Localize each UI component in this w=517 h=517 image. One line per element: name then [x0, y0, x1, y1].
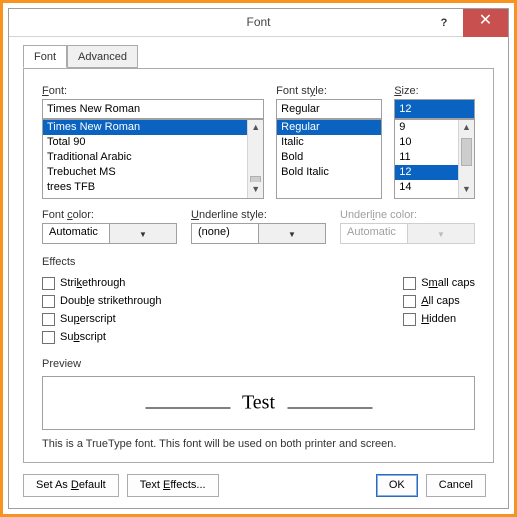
checkbox-icon	[42, 331, 55, 344]
size-label: Size:	[394, 85, 475, 97]
underline-color-value: Automatic	[341, 224, 407, 243]
style-list[interactable]: RegularItalicBoldBold Italic	[276, 119, 382, 199]
font-color-label: Font color:	[42, 209, 177, 221]
text-effects-button[interactable]: Text Effects...	[127, 474, 219, 497]
tab-panel-font: Font: Times New RomanTotal 90Traditional…	[23, 68, 494, 463]
preview-rule	[145, 408, 230, 409]
font-name-input[interactable]	[42, 99, 264, 119]
font-label: Font:	[42, 85, 264, 97]
scroll-up-icon[interactable]: ▲	[248, 120, 263, 136]
checkbox-icon	[403, 277, 416, 290]
font-size-input[interactable]	[394, 99, 475, 119]
preview-rule	[287, 408, 372, 409]
scroll-down-icon[interactable]: ▼	[248, 182, 263, 198]
list-item[interactable]: Traditional Arabic	[43, 150, 263, 165]
font-list[interactable]: Times New RomanTotal 90Traditional Arabi…	[42, 119, 264, 199]
tab-font[interactable]: Font	[23, 45, 67, 68]
underline-style-label: Underline style:	[191, 209, 326, 221]
style-label: Font style:	[276, 85, 382, 97]
dialog-footer: Set As Default Text Effects... OK Cancel	[9, 462, 508, 508]
list-item[interactable]: Trebuchet MS	[43, 165, 263, 180]
font-scrollbar[interactable]: ▲ ▼	[247, 120, 263, 198]
font-info-text: This is a TrueType font. This font will …	[42, 438, 475, 450]
close-button[interactable]: ✕	[463, 9, 508, 37]
checkbox-all-caps[interactable]: All caps	[403, 292, 475, 310]
checkbox-icon	[42, 277, 55, 290]
checkbox-icon	[42, 295, 55, 308]
font-dialog: Font ? ✕ FontAdvanced Font: Times New Ro…	[8, 8, 509, 509]
help-button[interactable]: ?	[425, 9, 463, 37]
tab-strip: FontAdvanced	[23, 45, 494, 69]
list-item[interactable]: Regular	[277, 120, 381, 135]
checkbox-superscript[interactable]: Superscript	[42, 310, 162, 328]
scroll-up-icon[interactable]: ▲	[459, 120, 474, 136]
checkbox-double-strikethrough[interactable]: Double strikethrough	[42, 292, 162, 310]
checkbox-icon	[403, 313, 416, 326]
underline-color-combo: Automatic ▼	[340, 223, 475, 244]
underline-style-combo[interactable]: (none) ▼	[191, 223, 326, 244]
preview-text: Test	[242, 392, 275, 415]
underline-color-label: Underline color:	[340, 209, 475, 221]
checkbox-strikethrough[interactable]: Strikethrough	[42, 274, 162, 292]
font-color-combo[interactable]: Automatic ▼	[42, 223, 177, 244]
preview-label: Preview	[42, 358, 475, 370]
list-item[interactable]: trees TFB	[43, 180, 263, 195]
size-list[interactable]: 910111214 ▲ ▼	[394, 119, 475, 199]
chevron-down-icon[interactable]: ▼	[258, 224, 325, 243]
dialog-title: Font	[246, 15, 270, 29]
list-item[interactable]: Total 90	[43, 135, 263, 150]
cancel-button[interactable]: Cancel	[426, 474, 486, 497]
tab-advanced[interactable]: Advanced	[67, 45, 138, 68]
checkbox-small-caps[interactable]: Small caps	[403, 274, 475, 292]
scroll-thumb[interactable]	[461, 138, 472, 166]
preview-box: Test	[42, 376, 475, 430]
font-style-input[interactable]	[276, 99, 382, 119]
titlebar: Font ? ✕	[9, 9, 508, 37]
list-item[interactable]: Times New Roman	[43, 120, 263, 135]
scroll-down-icon[interactable]: ▼	[459, 182, 474, 198]
font-color-value: Automatic	[43, 224, 109, 243]
underline-style-value: (none)	[192, 224, 258, 243]
checkbox-hidden[interactable]: Hidden	[403, 310, 475, 328]
chevron-down-icon[interactable]: ▼	[109, 224, 176, 243]
effects-group-label: Effects	[42, 256, 475, 268]
list-item[interactable]: Bold Italic	[277, 165, 381, 180]
chevron-down-icon: ▼	[407, 224, 474, 243]
list-item[interactable]: Bold	[277, 150, 381, 165]
checkbox-icon	[403, 295, 416, 308]
checkbox-icon	[42, 313, 55, 326]
checkbox-subscript[interactable]: Subscript	[42, 328, 162, 346]
list-item[interactable]: Italic	[277, 135, 381, 150]
ok-button[interactable]: OK	[376, 474, 418, 497]
set-as-default-button[interactable]: Set As Default	[23, 474, 119, 497]
size-scrollbar[interactable]: ▲ ▼	[458, 120, 474, 198]
